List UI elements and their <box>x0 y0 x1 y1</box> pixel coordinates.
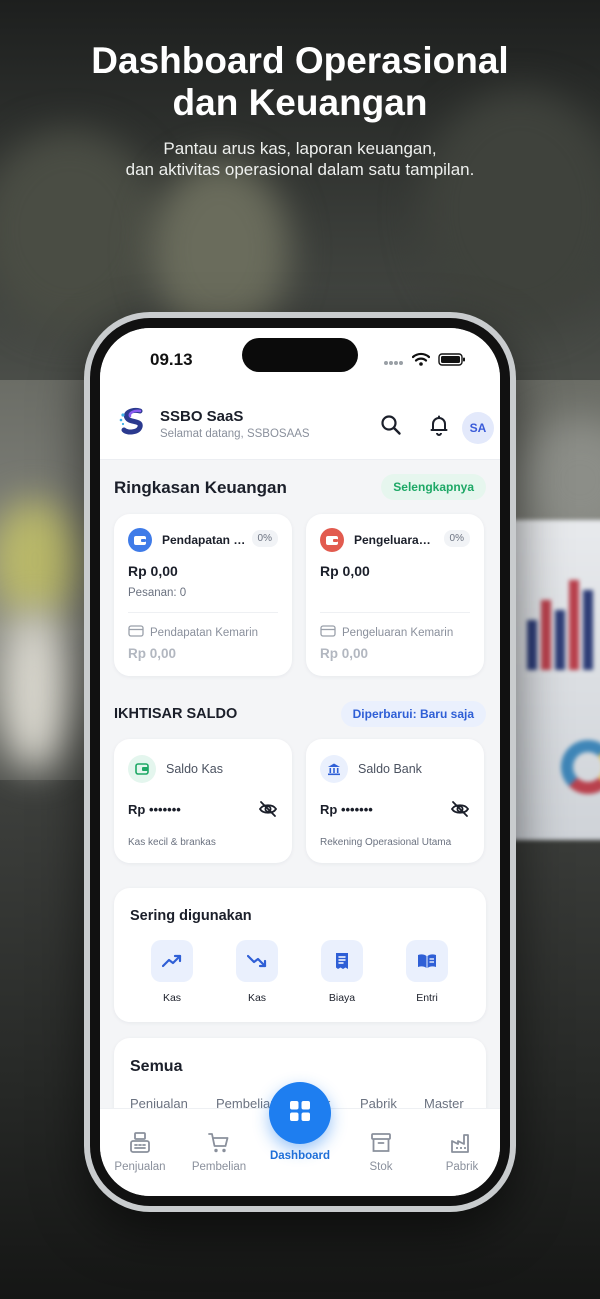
expense-card[interactable]: Pengeluaran Hari Ini 0% Rp 0,00 Pengelua… <box>306 514 484 676</box>
book-icon <box>406 940 448 982</box>
nav-stok[interactable]: Stok <box>341 1131 421 1173</box>
bank-balance-note: Rekening Operasional Utama <box>320 837 452 848</box>
wallet-icon <box>128 528 152 552</box>
hero-subtitle-line2: dan aktivitas operasional dalam satu tam… <box>125 160 475 179</box>
signal-icon <box>384 353 404 371</box>
shortcut-biaya[interactable]: Biaya <box>312 940 372 1004</box>
cash-balance-label: Saldo Kas <box>166 762 223 776</box>
income-label: Pendapatan Hari Ini <box>162 533 246 547</box>
status-time: 09.13 <box>150 350 193 369</box>
app-name: SSBO SaaS <box>160 408 244 425</box>
dashboard-fab-button[interactable] <box>269 1082 331 1144</box>
bank-icon <box>320 755 348 783</box>
expense-prev-label: Pengeluaran Kemarin <box>342 627 454 639</box>
nav-pembelian[interactable]: Pembelian <box>179 1131 259 1173</box>
divider <box>320 612 470 613</box>
income-card[interactable]: Pendapatan Hari Ini 0% Rp 0,00 Pesanan: … <box>114 514 292 676</box>
frequent-title: Sering digunakan <box>130 908 252 924</box>
hero-subtitle: Pantau arus kas, laporan keuangan, dan a… <box>0 138 600 180</box>
frequent-card: Sering digunakan Kas Kas Biaya Entri <box>114 888 486 1022</box>
trend-up-icon <box>151 940 193 982</box>
nav-label: Pabrik <box>445 1161 479 1173</box>
section-title-saldo: IKHTISAR SALDO <box>114 706 238 722</box>
expense-label: Pengeluaran Hari Ini <box>354 533 438 547</box>
cash-balance-note: Kas kecil & brankas <box>128 837 216 848</box>
shortcut-kas-in[interactable]: Kas <box>142 940 202 1004</box>
shortcut-kas-out[interactable]: Kas <box>227 940 287 1004</box>
cash-register-icon <box>128 1131 152 1155</box>
nav-label: Stok <box>369 1161 393 1173</box>
hero-title: Dashboard Operasional dan Keuangan <box>0 40 600 124</box>
shortcut-entri[interactable]: Entri <box>397 940 457 1004</box>
expense-value: Rp 0,00 <box>320 563 370 579</box>
cash-balance-value: Rp ••••••• <box>128 802 181 817</box>
cash-balance-card[interactable]: Saldo Kas Rp ••••••• Kas kecil & brankas <box>114 739 292 863</box>
nav-pabrik[interactable]: Pabrik <box>422 1131 500 1173</box>
battery-icon <box>438 352 466 371</box>
bank-balance-label: Saldo Bank <box>358 762 422 776</box>
hero-title-line2: dan Keuangan <box>172 82 428 123</box>
app-bar: SSBO SaaS Selamat datang, SSBOSAAS SA <box>100 390 500 460</box>
wallet-icon <box>320 528 344 552</box>
status-bar: 09.13 <box>100 328 500 390</box>
divider <box>128 612 278 613</box>
nav-penjualan[interactable]: Penjualan <box>100 1131 180 1173</box>
cart-icon <box>207 1131 231 1155</box>
income-prev-value: Rp 0,00 <box>128 646 177 661</box>
nav-label: Penjualan <box>114 1161 166 1173</box>
section-title-ringkasan: Ringkasan Keuangan <box>114 478 287 497</box>
hero-title-line1: Dashboard Operasional <box>91 40 509 81</box>
nav-dashboard-label[interactable]: Dashboard <box>255 1150 345 1162</box>
orders-count: Pesanan: 0 <box>128 587 187 599</box>
search-icon[interactable] <box>380 414 402 436</box>
receipt-icon <box>321 940 363 982</box>
wifi-icon <box>411 352 431 371</box>
factory-icon <box>450 1131 474 1155</box>
shortcut-label: Biaya <box>328 992 356 1004</box>
bell-icon[interactable] <box>428 414 450 436</box>
card-icon <box>128 624 144 642</box>
phone-frame: 09.13 SSBO SaaS Selamat datang, SSBOSAAS… <box>84 312 516 1212</box>
hero-subtitle-line1: Pantau arus kas, laporan keuangan, <box>163 139 437 158</box>
greeting-text: Selamat datang, SSBOSAAS <box>160 428 310 440</box>
trend-down-icon <box>236 940 278 982</box>
all-menu-title: Semua <box>130 1058 183 1075</box>
shortcut-label: Kas <box>162 992 182 1004</box>
box-icon <box>369 1131 393 1155</box>
bank-balance-value: Rp ••••••• <box>320 802 373 817</box>
monitor-graphic <box>505 520 600 840</box>
shortcut-label: Entri <box>416 992 438 1004</box>
dynamic-island <box>242 338 358 372</box>
expense-prev-value: Rp 0,00 <box>320 646 369 661</box>
nav-label: Pembelian <box>191 1161 247 1173</box>
income-prev-label: Pendapatan Kemarin <box>150 627 259 639</box>
wallet-icon <box>128 755 156 783</box>
updated-badge: Diperbarui: Baru saja <box>340 701 486 727</box>
eye-off-icon[interactable] <box>258 799 278 819</box>
eye-off-icon[interactable] <box>450 799 470 819</box>
phone-screen: 09.13 SSBO SaaS Selamat datang, SSBOSAAS… <box>100 328 500 1196</box>
avatar[interactable]: SA <box>462 412 494 444</box>
income-value: Rp 0,00 <box>128 563 178 579</box>
app-logo-icon <box>118 406 148 436</box>
see-more-button[interactable]: Selengkapnya <box>381 474 486 500</box>
income-percent-badge: 0% <box>251 530 278 547</box>
grid-icon <box>289 1100 311 1127</box>
shortcut-label: Kas <box>247 992 267 1004</box>
bank-balance-card[interactable]: Saldo Bank Rp ••••••• Rekening Operasion… <box>306 739 484 863</box>
expense-percent-badge: 0% <box>443 530 470 547</box>
card-icon <box>320 624 336 642</box>
